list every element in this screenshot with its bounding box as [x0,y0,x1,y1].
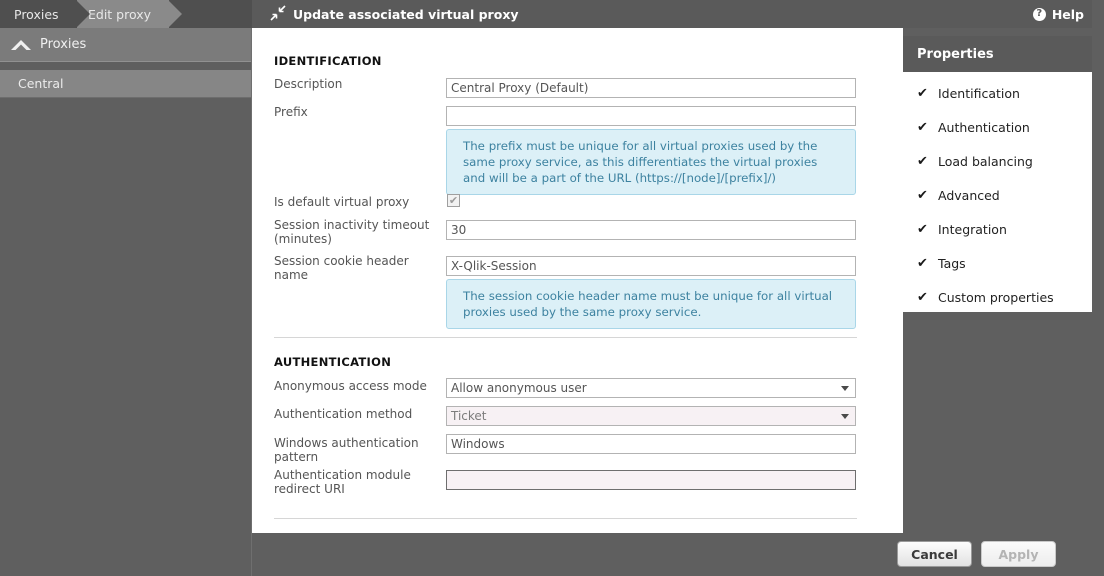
collapse-arrows-icon [270,4,286,24]
chevron-down-icon [841,386,849,391]
session-cookie-header-name-input[interactable] [446,256,856,276]
property-item-label: Advanced [938,188,1000,203]
check-icon: ✔ [448,194,459,207]
breadcrumb-label: Edit proxy [88,6,152,22]
properties-panel: ✔ Identification ✔ Authentication ✔ Load… [903,72,1092,312]
sidebar-section-header-proxies[interactable]: Proxies [0,28,252,62]
label-session-inactivity-timeout: Session inactivity timeout (minutes) [274,218,430,246]
property-item-label: Authentication [938,120,1030,135]
form-panel: IDENTIFICATION Description Prefix The pr… [252,28,903,533]
label-windows-authentication-pattern: Windows authentication pattern [274,436,419,464]
sidebar-item-central[interactable]: Central [0,70,252,98]
label-anonymous-access-mode: Anonymous access mode [274,379,427,393]
check-icon: ✔ [917,154,928,169]
property-item-label: Tags [938,256,966,271]
cancel-button-label: Cancel [911,546,958,562]
check-icon: ✔ [917,290,928,305]
anonymous-access-mode-select[interactable]: Allow anonymous user [446,378,856,398]
property-item-label: Identification [938,86,1020,101]
page-title-text: Update associated virtual proxy [293,6,519,22]
page-title: Update associated virtual proxy [270,0,519,28]
label-is-default-virtual-proxy: Is default virtual proxy [274,195,410,209]
help-label: Help [1051,6,1084,22]
cancel-button[interactable]: Cancel [897,541,972,567]
prefix-info-message: The prefix must be unique for all virtua… [446,129,856,195]
properties-title: Properties [917,46,994,62]
top-bar: Update associated virtual proxy ? Help [252,0,1104,28]
property-item-label: Custom properties [938,290,1054,305]
authentication-module-redirect-uri-input[interactable] [446,470,856,490]
property-item-identification[interactable]: ✔ Identification [917,86,1020,101]
sidebar-item-label: Central [18,76,64,91]
breadcrumb-item-proxies[interactable]: Proxies [0,0,89,28]
breadcrumb: Proxies Edit proxy [0,0,252,28]
sidebar-header-label: Proxies [40,37,87,52]
session-cookie-info-message: The session cookie header name must be u… [446,279,856,329]
label-session-cookie-header-name: Session cookie header name [274,254,409,282]
chevron-up-icon [6,38,36,51]
section-heading-authentication: AUTHENTICATION [274,355,392,369]
property-item-authentication[interactable]: ✔ Authentication [917,120,1030,135]
windows-authentication-pattern-input[interactable] [446,434,856,454]
section-divider [274,337,857,338]
form-bottom-divider [274,518,857,519]
property-item-tags[interactable]: ✔ Tags [917,256,966,271]
prefix-input[interactable] [446,106,856,126]
session-inactivity-timeout-input[interactable] [446,220,856,240]
description-input[interactable] [446,78,856,98]
check-icon: ✔ [917,188,928,203]
label-prefix: Prefix [274,105,308,119]
property-item-integration[interactable]: ✔ Integration [917,222,1007,237]
label-authentication-module-redirect-uri: Authentication module redirect URI [274,468,411,496]
property-item-label: Load balancing [938,154,1033,169]
check-icon: ✔ [917,120,928,135]
check-icon: ✔ [917,86,928,101]
apply-button[interactable]: Apply [981,541,1056,567]
property-item-custom-properties[interactable]: ✔ Custom properties [917,290,1054,305]
footer-bar: Cancel Apply [252,533,1104,576]
apply-button-label: Apply [998,546,1039,562]
left-column: Proxies Edit proxy Proxies Central [0,0,252,576]
sidebar-empty-area [0,99,252,576]
property-item-label: Integration [938,222,1007,237]
help-button[interactable]: ? Help [1032,0,1084,28]
is-default-virtual-proxy-checkbox[interactable]: ✔ [447,194,460,207]
authentication-method-value: Ticket [451,409,487,423]
label-description: Description [274,77,343,91]
authentication-method-select[interactable]: Ticket [446,406,856,426]
application-window: Proxies Edit proxy Proxies Central Updat… [0,0,1104,576]
form-scrollbar-track[interactable] [890,28,902,533]
section-heading-identification: IDENTIFICATION [274,54,382,68]
check-icon: ✔ [917,256,928,271]
label-authentication-method: Authentication method [274,407,413,421]
anonymous-access-mode-value: Allow anonymous user [451,381,587,395]
properties-panel-header: Properties [903,36,1092,72]
property-item-load-balancing[interactable]: ✔ Load balancing [917,154,1033,169]
window-scrollbar-track[interactable] [1092,0,1104,576]
chevron-down-icon [841,414,849,419]
property-item-advanced[interactable]: ✔ Advanced [917,188,1000,203]
check-icon: ✔ [917,222,928,237]
question-circle-icon: ? [1032,7,1046,21]
breadcrumb-label: Proxies [14,6,59,22]
